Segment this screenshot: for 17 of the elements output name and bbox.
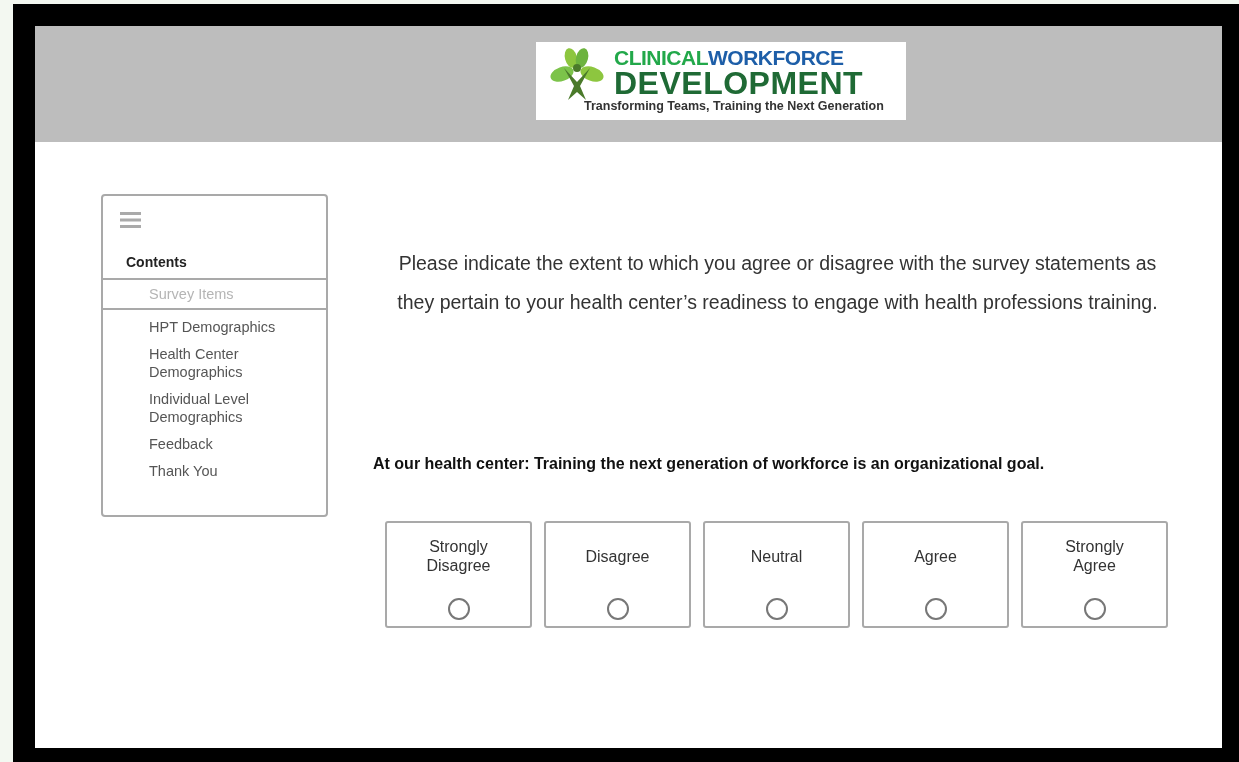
intro-text: Please indicate the extent to which you agree or disagree with the survey statements as they pertain to your health center’s readiness to engage with health professions training. <box>396 251 1159 315</box>
logo-title-word: CLINICAL <box>614 48 708 68</box>
logo-tagline: Transforming Teams, Training the Next Generation <box>584 98 884 114</box>
contents-item[interactable]: Feedback <box>103 432 326 456</box>
answer-option[interactable]: Strongly Agree <box>1021 521 1168 628</box>
contents-item[interactable]: Thank You <box>103 459 326 483</box>
question-text: At our health center: Training the next generation of workforce is an organizational goal. <box>373 455 1046 473</box>
contents-item[interactable]: HPT Demographics <box>103 315 326 339</box>
answer-option[interactable]: Disagree <box>544 521 691 628</box>
answer-option[interactable]: Agree <box>862 521 1009 628</box>
logo-main-word: DEVELOPMENT <box>614 68 864 98</box>
contents-item[interactable]: Health Center Demographics <box>103 342 326 384</box>
answer-option[interactable]: Strongly Disagree <box>385 521 532 628</box>
contents-item[interactable]: Individual Level Demographics <box>103 387 326 429</box>
answer-option[interactable]: Neutral <box>703 521 850 628</box>
logo-title-word: WORKFORCE <box>708 48 844 68</box>
contents-heading: Contents <box>125 253 188 272</box>
